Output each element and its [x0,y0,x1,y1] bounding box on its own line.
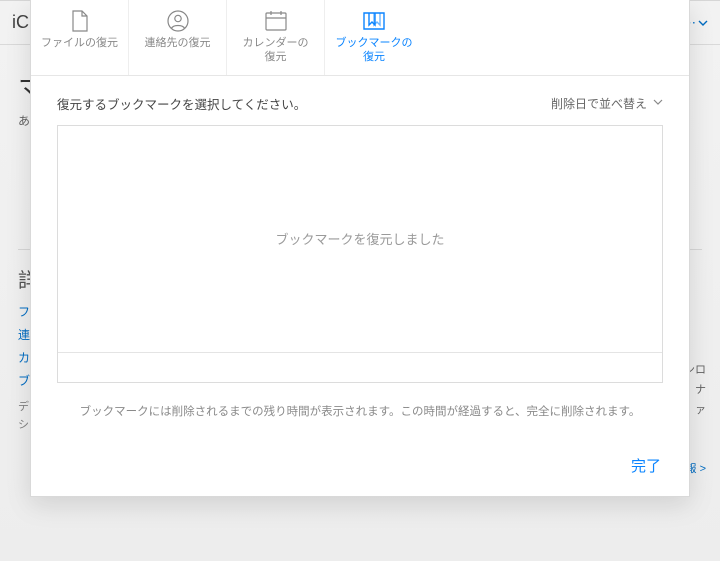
restore-tabs: ファイルの復元 連絡先の復元 カレンダーの 復元 ブックマークの 復元 [31,0,689,76]
sort-label: 削除日で並べ替え [551,95,647,112]
calendar-icon [262,10,290,32]
bookmark-archive-list: ブックマークを復元しました [57,125,663,383]
done-button[interactable]: 完了 [621,449,671,482]
list-footer-row [58,352,662,382]
tab-label: カレンダーの 復元 [243,36,309,65]
sort-dropdown[interactable]: 削除日で並べ替え [551,95,663,112]
modal-body: 復元するブックマークを選択してください。 削除日で並べ替え ブックマークを復元し… [31,76,689,439]
contact-icon [164,10,192,32]
deletion-hint: ブックマークには削除されるまでの残り時間が表示されます。この時間が経過すると、完… [57,383,663,431]
tab-restore-contacts[interactable]: 連絡先の復元 [129,0,227,75]
tab-restore-calendar[interactable]: カレンダーの 復元 [227,0,325,75]
restore-modal: ファイルの復元 連絡先の復元 カレンダーの 復元 ブックマークの 復元 [30,0,690,497]
tab-label: ファイルの復元 [41,36,118,50]
empty-state-message: ブックマークを復元しました [275,229,444,248]
modal-overlay: ファイルの復元 連絡先の復元 カレンダーの 復元 ブックマークの 復元 [0,0,720,561]
empty-state: ブックマークを復元しました [58,126,662,352]
tab-restore-bookmarks[interactable]: ブックマークの 復元 [325,0,423,75]
instruction-text: 復元するブックマークを選択してください。 [57,94,306,113]
tab-label: ブックマークの 復元 [336,36,413,65]
tab-restore-files[interactable]: ファイルの復元 [31,0,129,75]
modal-footer: 完了 [31,439,689,496]
bookmark-icon [360,10,388,32]
modal-body-header: 復元するブックマークを選択してください。 削除日で並べ替え [57,94,663,113]
file-icon [66,10,94,32]
tab-label: 連絡先の復元 [145,36,211,50]
chevron-down-icon [653,96,663,110]
